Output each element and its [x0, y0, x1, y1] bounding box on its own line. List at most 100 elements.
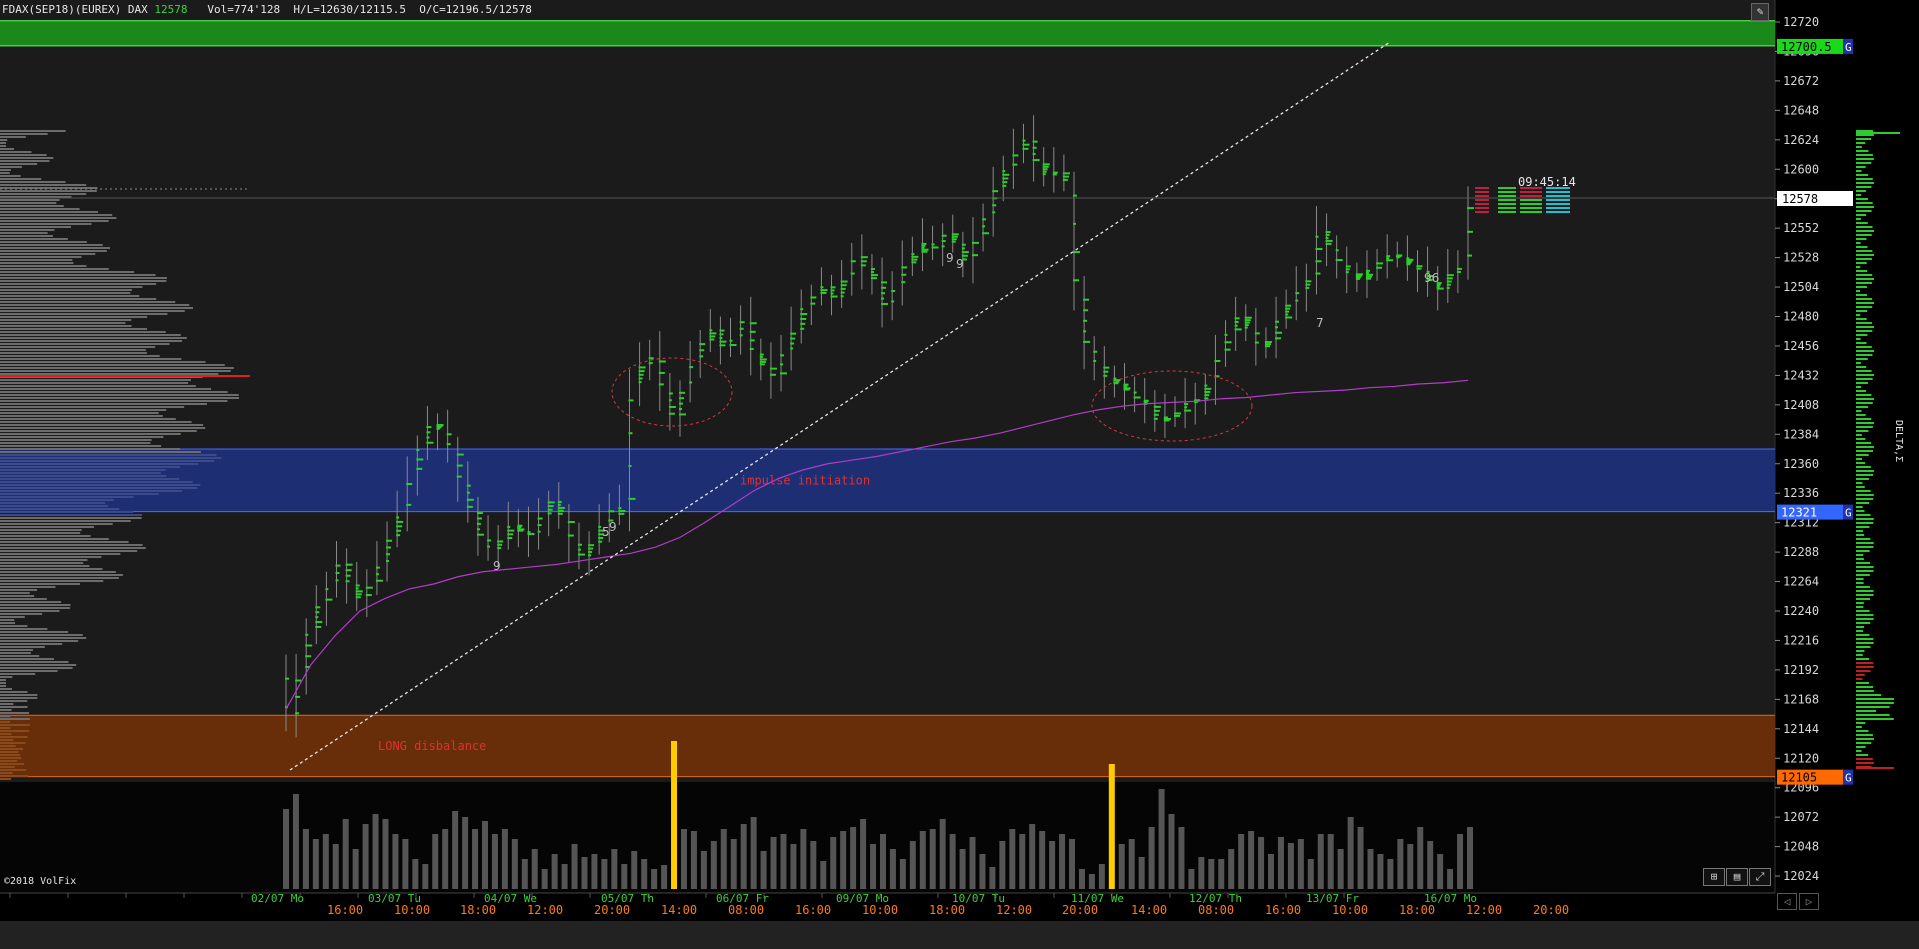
candle-cluster [780, 363, 784, 366]
delta-bar [1856, 474, 1874, 476]
candle-cluster [416, 458, 424, 461]
time-label: 16:00 [1265, 903, 1301, 917]
profile-row [0, 403, 207, 405]
delta-bar [1856, 626, 1865, 628]
time-label: 10:00 [1332, 903, 1368, 917]
delta-bar [1856, 734, 1873, 736]
profile-row [0, 658, 54, 660]
price-chart[interactable]: impulse initiationLONG disbalance 95 99 97… [0, 0, 1919, 949]
candle-cluster [860, 256, 868, 259]
candle-cluster [386, 539, 393, 542]
volume-bar [1098, 864, 1105, 889]
scroll-left-icon[interactable]: ◁ [1777, 893, 1797, 910]
profile-row [0, 703, 14, 705]
zone-long-disbalance[interactable] [0, 715, 1775, 777]
candle-cluster [1264, 343, 1271, 346]
candle-cluster [476, 528, 480, 531]
pencil-icon[interactable]: ✎ [1751, 3, 1769, 21]
candle-cluster [769, 373, 776, 376]
volume-bar [382, 819, 389, 889]
profile-row [0, 511, 134, 513]
profile-row [0, 256, 82, 258]
profile-row [0, 307, 193, 309]
profile-row [0, 388, 212, 390]
candle-cluster [426, 431, 431, 434]
fullscreen-icon[interactable]: ⤢ [1749, 868, 1771, 886]
volume-bar [850, 827, 857, 889]
candle-cluster [1376, 262, 1384, 265]
price-tick-label: 12288 [1783, 545, 1819, 559]
candle-cluster [971, 241, 979, 244]
candle-cluster [1446, 280, 1452, 283]
candle-cluster [325, 598, 333, 601]
delta-bar [1856, 690, 1874, 692]
candle-cluster [1022, 147, 1029, 150]
price-tick-label: 12168 [1783, 692, 1819, 706]
candle-cluster [830, 292, 834, 295]
candle-cluster [1254, 341, 1259, 344]
volume-bar [1397, 839, 1404, 889]
delta-bar [1856, 450, 1873, 452]
stats-label: Vol=774'128 H/L=12630/12115.5 O/C=12196.… [207, 3, 532, 16]
volume-bar [1198, 857, 1205, 889]
profile-row [0, 265, 87, 267]
delta-bar [1856, 410, 1862, 412]
profile-row [0, 148, 15, 150]
delta-bar [1856, 138, 1872, 140]
candle-cluster [1163, 416, 1168, 419]
delta-bar [1856, 586, 1870, 588]
profile-row [0, 184, 87, 186]
candle-cluster [1133, 391, 1137, 394]
delta-bar [1856, 767, 1894, 769]
time-label: 14:00 [1131, 903, 1167, 917]
chart-layout-icon[interactable]: ▤ [1726, 868, 1748, 886]
grid-layout-icon[interactable]: ⊞ [1703, 868, 1725, 886]
bar-label: 9 [956, 257, 964, 271]
candle-cluster [1153, 417, 1158, 420]
cluster-bar [1498, 203, 1516, 205]
candle-cluster [638, 377, 643, 380]
candle-cluster [557, 501, 562, 504]
zone-upper-supply[interactable] [0, 20, 1775, 46]
delta-bar [1856, 754, 1869, 756]
candle-cluster [497, 540, 504, 543]
bar-label: 7 [1316, 316, 1324, 330]
zone-impulse-initiation[interactable] [0, 449, 1775, 512]
cluster-bar [1520, 199, 1542, 201]
delta-bar [1856, 330, 1873, 332]
candle-cluster [1376, 266, 1383, 269]
volume-bar [1357, 827, 1364, 889]
candle-cluster [739, 334, 743, 337]
profile-row [0, 673, 36, 675]
profile-row [0, 469, 166, 471]
price-tick-label: 12192 [1783, 663, 1819, 677]
candle-cluster [1022, 139, 1026, 142]
volume-bar [870, 844, 877, 889]
volume-bar [462, 817, 469, 889]
candle-cluster [547, 505, 554, 508]
delta-bar [1856, 554, 1864, 556]
candle-cluster [1436, 287, 1444, 290]
delta-bar [1856, 634, 1870, 636]
candle-cluster [780, 372, 788, 375]
candle-cluster [1153, 405, 1161, 408]
delta-bar [1856, 434, 1862, 436]
scroll-right-icon[interactable]: ▷ [1799, 893, 1819, 910]
profile-row [0, 217, 117, 219]
delta-bar [1856, 674, 1865, 676]
candle-cluster [729, 344, 737, 347]
profile-row [0, 766, 15, 768]
candle-cluster [365, 594, 372, 597]
volume-bar [521, 859, 528, 889]
candle-cluster [689, 381, 693, 384]
candle-cluster [628, 399, 634, 402]
profile-row [0, 730, 30, 732]
profile-row [0, 502, 106, 504]
candle-cluster [961, 247, 965, 250]
profile-row [0, 211, 99, 213]
time-label: 14:00 [661, 903, 697, 917]
profile-row [0, 676, 13, 678]
profile-row [0, 550, 138, 552]
candle-cluster [598, 525, 602, 528]
candle-cluster [1042, 165, 1049, 168]
